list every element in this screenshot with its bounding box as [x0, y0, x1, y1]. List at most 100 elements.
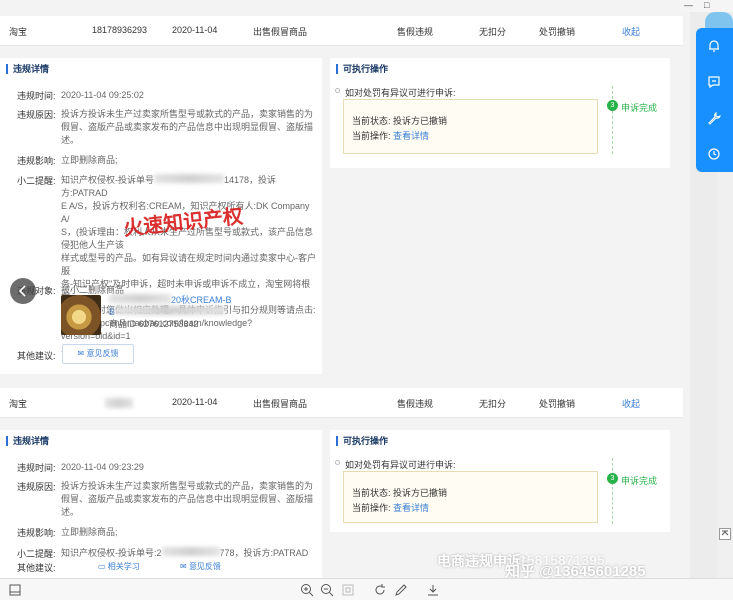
view-details-link[interactable]: 查看详情 — [393, 131, 429, 141]
staff-tip-value: 知识产权侵权-投诉单号:2 778，投诉方:PATRAD — [61, 547, 316, 560]
violation-reason-value: 投诉方投诉未生产过卖家所售型号或款式的产品，卖家销售的为假冒、盗版产品或卖家发布… — [61, 109, 314, 145]
rotate-button[interactable] — [372, 582, 388, 598]
feedback-button-label: 意见反馈 — [86, 349, 119, 358]
platform-cell: 淘宝 — [9, 27, 28, 37]
violation-name-cell: 出售假冒商品 — [253, 399, 308, 409]
fit-page-icon — [342, 584, 354, 596]
category-cell: 售假违规 — [397, 399, 434, 409]
violation-row-header: 淘宝 18178936293 2020-11-04 出售假冒商品 售假违规 无扣… — [0, 16, 683, 46]
status-value: 投诉方已撤销 — [393, 116, 448, 126]
pen-icon — [395, 584, 407, 596]
actions-panel: 可执行操作 如对处罚有异议可进行申诉: 当前状态: 投诉方已撤销 当前操作: 查… — [330, 430, 670, 532]
violation-row-header: 淘宝 2020-11-04 出售假冒商品 售假违规 无扣分 处罚撤销 收起 — [0, 388, 683, 418]
platform-cell: 淘宝 — [9, 399, 28, 409]
violation-impact-value: 立即删除商品; — [61, 155, 118, 165]
violation-reason-value: 投诉方投诉未生产过卖家所售型号或款式的产品，卖家销售的为假冒、盗版产品或卖家发布… — [61, 481, 314, 517]
field-label: 小二提醒: — [17, 549, 56, 559]
view-details-link[interactable]: 查看详情 — [393, 503, 429, 513]
mail-icon: ✉ — [77, 349, 85, 358]
annotate-button[interactable] — [393, 582, 409, 598]
notification-button[interactable] — [696, 28, 733, 64]
redacted-block — [109, 294, 171, 303]
learn-button-label: 相关学习 — [107, 562, 140, 571]
redacted-block — [161, 547, 220, 556]
collapse-link[interactable]: 收起 — [622, 397, 640, 410]
scroll-top-button[interactable] — [719, 528, 731, 540]
book-icon: ▭ — [98, 562, 108, 571]
field-label: 违规影响: — [17, 156, 56, 166]
tip-text: 样式或型号的产品。如有异议请在规定时间内通过卖家中心-客户服 — [61, 253, 316, 276]
appeal-status-box: 当前状态: 投诉方已撤销 当前操作: 查看详情 — [343, 471, 598, 523]
fit-page-button[interactable] — [340, 582, 356, 598]
status-label: 当前状态: — [352, 116, 391, 126]
clock-icon — [708, 148, 720, 160]
history-button[interactable] — [696, 136, 733, 172]
points-cell: 无扣分 — [479, 27, 507, 37]
redacted-block — [154, 174, 224, 183]
chat-button[interactable] — [696, 64, 733, 100]
violation-impact-value: 立即删除商品; — [61, 527, 118, 537]
zoom-out-button[interactable] — [319, 582, 335, 598]
feedback-button[interactable]: ✉ 意见反馈 — [62, 344, 134, 364]
product-thumbnail[interactable] — [61, 295, 101, 335]
tip-text: 知识产权侵权-投诉单号:2 — [61, 548, 162, 558]
rotate-icon — [375, 584, 385, 595]
step-badge: 3 — [607, 473, 618, 484]
field-label: 违规时间: — [17, 463, 56, 473]
op-label: 当前操作: — [352, 131, 391, 141]
step-badge: 3 — [607, 100, 618, 111]
minimize-button[interactable]: — — [684, 0, 693, 10]
category-cell: 售假违规 — [397, 27, 434, 37]
product-info[interactable]: 20秋CREAM-B B 商品ID 627612753342 — [109, 294, 249, 330]
scroll-left-button[interactable] — [10, 278, 36, 304]
thumbnail-icon — [9, 584, 21, 596]
vertical-scrollbar[interactable] — [717, 172, 733, 578]
field-label: 违规原因: — [17, 110, 56, 120]
bell-icon — [709, 40, 719, 52]
panel-title: 可执行操作 — [336, 64, 388, 74]
step-label: 申诉完成 — [621, 103, 658, 113]
penalty-cell: 处罚撤销 — [539, 399, 576, 409]
field-label: 小二提醒: — [17, 176, 56, 186]
violation-detail-panel: 违规详情 违规时间: 2020-11-04 09:25:02 违规原因: 投诉方… — [0, 58, 322, 374]
wrench-icon — [708, 111, 721, 125]
field-label: 其他建议: — [17, 563, 56, 573]
date-cell: 2020-11-04 — [172, 397, 218, 407]
download-icon — [428, 585, 438, 596]
points-cell: 无扣分 — [479, 399, 507, 409]
appeal-status-box: 当前状态: 投诉方已撤销 当前操作: 查看详情 — [343, 99, 598, 154]
product-name: 20秋CREAM-B — [171, 295, 232, 305]
timeline-line — [612, 86, 613, 154]
appeal-question: 如对处罚有异议可进行申诉: — [345, 460, 456, 470]
penalty-cell: 处罚撤销 — [539, 27, 576, 37]
timeline-line — [612, 458, 613, 524]
feedback-button[interactable]: ✉ 意见反馈 — [180, 561, 221, 572]
panel-title: 违规详情 — [6, 436, 49, 446]
panel-title: 违规详情 — [6, 64, 49, 74]
feedback-button-label: 意见反馈 — [188, 562, 221, 571]
field-label: 违规影响: — [17, 528, 56, 538]
violation-detail-panel: 违规详情 违规时间: 2020-11-04 09:23:29 违规原因: 投诉方… — [0, 430, 322, 578]
op-label: 当前操作: — [352, 503, 391, 513]
zoom-out-icon — [321, 584, 334, 597]
field-label: 违规原因: — [17, 482, 56, 492]
zoom-in-button[interactable] — [299, 582, 315, 598]
status-label: 当前状态: — [352, 488, 391, 498]
panel-title: 可执行操作 — [336, 436, 388, 446]
viewer-toolbar — [0, 578, 733, 600]
chat-icon — [708, 76, 720, 89]
download-button[interactable] — [425, 582, 441, 598]
tip-text: 778，投诉方:PATRAD — [219, 548, 309, 558]
restore-button[interactable]: □ — [704, 0, 709, 10]
thumbnail-button[interactable] — [7, 582, 23, 598]
assistant-avatar[interactable] — [705, 12, 733, 28]
collapse-link[interactable]: 收起 — [622, 25, 640, 38]
tools-button[interactable] — [696, 100, 733, 136]
learn-button[interactable]: ▭ 相关学习 — [98, 561, 140, 572]
timeline-dot — [335, 88, 340, 93]
date-cell: 2020-11-04 — [172, 25, 218, 35]
tip-text: 知识产权侵权-投诉单号 — [61, 175, 154, 185]
field-label: 违规时间: — [17, 91, 56, 101]
actions-panel: 可执行操作 如对处罚有异议可进行申诉: 当前状态: 投诉方已撤销 当前操作: 查… — [330, 58, 670, 168]
arrow-up-icon — [719, 528, 731, 540]
